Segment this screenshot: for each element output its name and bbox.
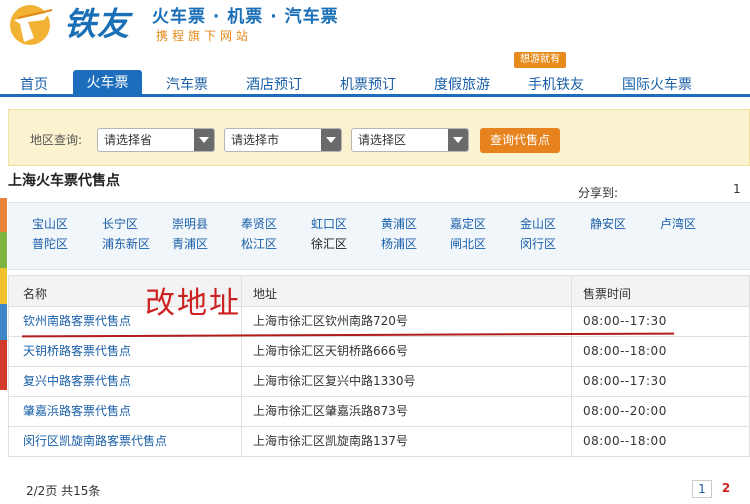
- province-select-value: 请选择省: [104, 133, 153, 147]
- outlet-name-link[interactable]: 复兴中路客票代售点: [23, 374, 131, 389]
- outlet-hours: 08:00--20:00: [583, 404, 667, 418]
- table-row: 天钥桥路客票代售点 上海市徐汇区天钥桥路666号 08:00--18:00: [8, 337, 750, 367]
- outlet-name-link[interactable]: 闵行区凯旋南路客票代售点: [23, 434, 167, 449]
- district-link[interactable]: 静安区: [590, 217, 626, 231]
- column-divider: [241, 276, 242, 306]
- outlet-address: 上海市徐汇区钦州南路720号: [253, 314, 408, 328]
- city-select[interactable]: 请选择市: [224, 128, 342, 152]
- outlet-name-link[interactable]: 天钥桥路客票代售点: [23, 344, 131, 359]
- column-divider: [241, 367, 242, 397]
- outlet-hours: 08:00--17:30: [583, 374, 667, 388]
- column-divider: [241, 337, 242, 367]
- nav-vacation[interactable]: 度假旅游: [424, 73, 500, 97]
- district-link[interactable]: 普陀区: [32, 237, 68, 251]
- column-divider: [571, 427, 572, 457]
- outlet-hours: 08:00--18:00: [583, 344, 667, 358]
- nav-train-tickets[interactable]: 火车票: [73, 70, 142, 97]
- column-divider: [571, 337, 572, 367]
- side-tab-green[interactable]: [0, 232, 7, 268]
- outlet-hours: 08:00--17:30: [583, 314, 667, 328]
- logo-text[interactable]: 铁友: [64, 4, 130, 44]
- district-link[interactable]: 闸北区: [450, 237, 486, 251]
- column-header-hours: 售票时间: [583, 287, 632, 301]
- chevron-down-icon[interactable]: [448, 129, 468, 151]
- region-search-label: 地区查询:: [30, 133, 83, 147]
- handwritten-annotation: 改地址: [145, 286, 241, 321]
- region-search-bar: 地区查询: 请选择省 请选择市 请选择区 查询代售点: [8, 109, 750, 166]
- outlet-name-link[interactable]: 肇嘉浜路客票代售点: [23, 404, 131, 419]
- share-count[interactable]: 1: [733, 182, 741, 196]
- column-divider: [241, 307, 242, 337]
- district-select[interactable]: 请选择区: [351, 128, 469, 152]
- district-link[interactable]: 黄浦区: [381, 217, 417, 231]
- table-row: 复兴中路客票代售点 上海市徐汇区复兴中路1330号 08:00--17:30: [8, 367, 750, 397]
- column-header-name: 名称: [23, 287, 48, 301]
- column-divider: [241, 397, 242, 427]
- column-divider: [241, 427, 242, 457]
- district-select-value: 请选择区: [358, 133, 407, 147]
- query-outlets-button[interactable]: 查询代售点: [480, 128, 560, 153]
- table-row: 闵行区凯旋南路客票代售点 上海市徐汇区凯旋南路137号 08:00--18:00: [8, 427, 750, 457]
- district-link[interactable]: 崇明县: [172, 217, 208, 231]
- outlet-name-link[interactable]: 钦州南路客票代售点: [23, 314, 131, 329]
- district-link[interactable]: 闵行区: [520, 237, 556, 251]
- nav-bus-tickets[interactable]: 汽车票: [154, 73, 220, 97]
- outlet-hours: 08:00--18:00: [583, 434, 667, 448]
- outlet-address: 上海市徐汇区复兴中路1330号: [253, 374, 416, 388]
- district-link-active[interactable]: 徐汇区: [311, 237, 347, 251]
- district-link[interactable]: 金山区: [520, 217, 556, 231]
- table-header: 名称 地址 售票时间: [8, 275, 750, 307]
- nav-flight-booking[interactable]: 机票预订: [330, 73, 406, 97]
- chevron-down-icon[interactable]: [321, 129, 341, 151]
- outlet-address: 上海市徐汇区天钥桥路666号: [253, 344, 408, 358]
- side-tab-red[interactable]: [0, 340, 7, 390]
- share-label: 分享到:: [578, 186, 619, 200]
- nav-hotel-booking[interactable]: 酒店预订: [236, 73, 312, 97]
- district-link[interactable]: 青浦区: [172, 237, 208, 251]
- column-header-address: 地址: [253, 287, 278, 301]
- outlet-address: 上海市徐汇区凯旋南路137号: [253, 434, 408, 448]
- district-link[interactable]: 虹口区: [311, 217, 347, 231]
- district-link[interactable]: 浦东新区: [102, 237, 150, 251]
- city-select-value: 请选择市: [231, 133, 280, 147]
- nav-mobile[interactable]: 手机铁友: [518, 73, 594, 97]
- hot-badge: 想游就有: [514, 52, 566, 68]
- district-link[interactable]: 松江区: [241, 237, 277, 251]
- site-subslogan: 携程旗下网站: [156, 29, 253, 43]
- column-divider: [571, 367, 572, 397]
- district-link[interactable]: 卢湾区: [660, 217, 696, 231]
- logo-icon[interactable]: [4, 2, 60, 48]
- main-nav: 首页 火车票 汽车票 酒店预订 机票预订 度假旅游 手机铁友 国际火车票: [0, 70, 750, 97]
- page-title: 上海火车票代售点: [8, 173, 120, 189]
- nav-international-train[interactable]: 国际火车票: [612, 73, 702, 97]
- side-tab-blue[interactable]: [0, 304, 7, 340]
- district-link[interactable]: 长宁区: [102, 217, 138, 231]
- district-link[interactable]: 宝山区: [32, 217, 68, 231]
- district-list: 宝山区 长宁区 崇明县 奉贤区 虹口区 黄浦区 嘉定区 金山区 静安区 卢湾区 …: [8, 202, 750, 270]
- pagination-summary: 2/2页 共15条: [26, 484, 101, 498]
- district-link[interactable]: 杨浦区: [381, 237, 417, 251]
- page-button-2[interactable]: 2: [716, 480, 736, 498]
- page-button-1[interactable]: 1: [692, 480, 712, 498]
- side-tab-yellow[interactable]: [0, 268, 7, 304]
- table-row: 肇嘉浜路客票代售点 上海市徐汇区肇嘉浜路873号 08:00--20:00: [8, 397, 750, 427]
- column-divider: [571, 397, 572, 427]
- site-slogan: 火车票 · 机票 · 汽车票: [152, 7, 339, 27]
- district-link[interactable]: 奉贤区: [241, 217, 277, 231]
- side-tab-orange[interactable]: [0, 198, 7, 232]
- site-header: 铁友 火车票 · 机票 · 汽车票 携程旗下网站: [0, 0, 750, 70]
- column-divider: [571, 276, 572, 306]
- province-select[interactable]: 请选择省: [97, 128, 215, 152]
- chevron-down-icon[interactable]: [194, 129, 214, 151]
- nav-home[interactable]: 首页: [8, 73, 60, 97]
- district-link[interactable]: 嘉定区: [450, 217, 486, 231]
- outlet-address: 上海市徐汇区肇嘉浜路873号: [253, 404, 408, 418]
